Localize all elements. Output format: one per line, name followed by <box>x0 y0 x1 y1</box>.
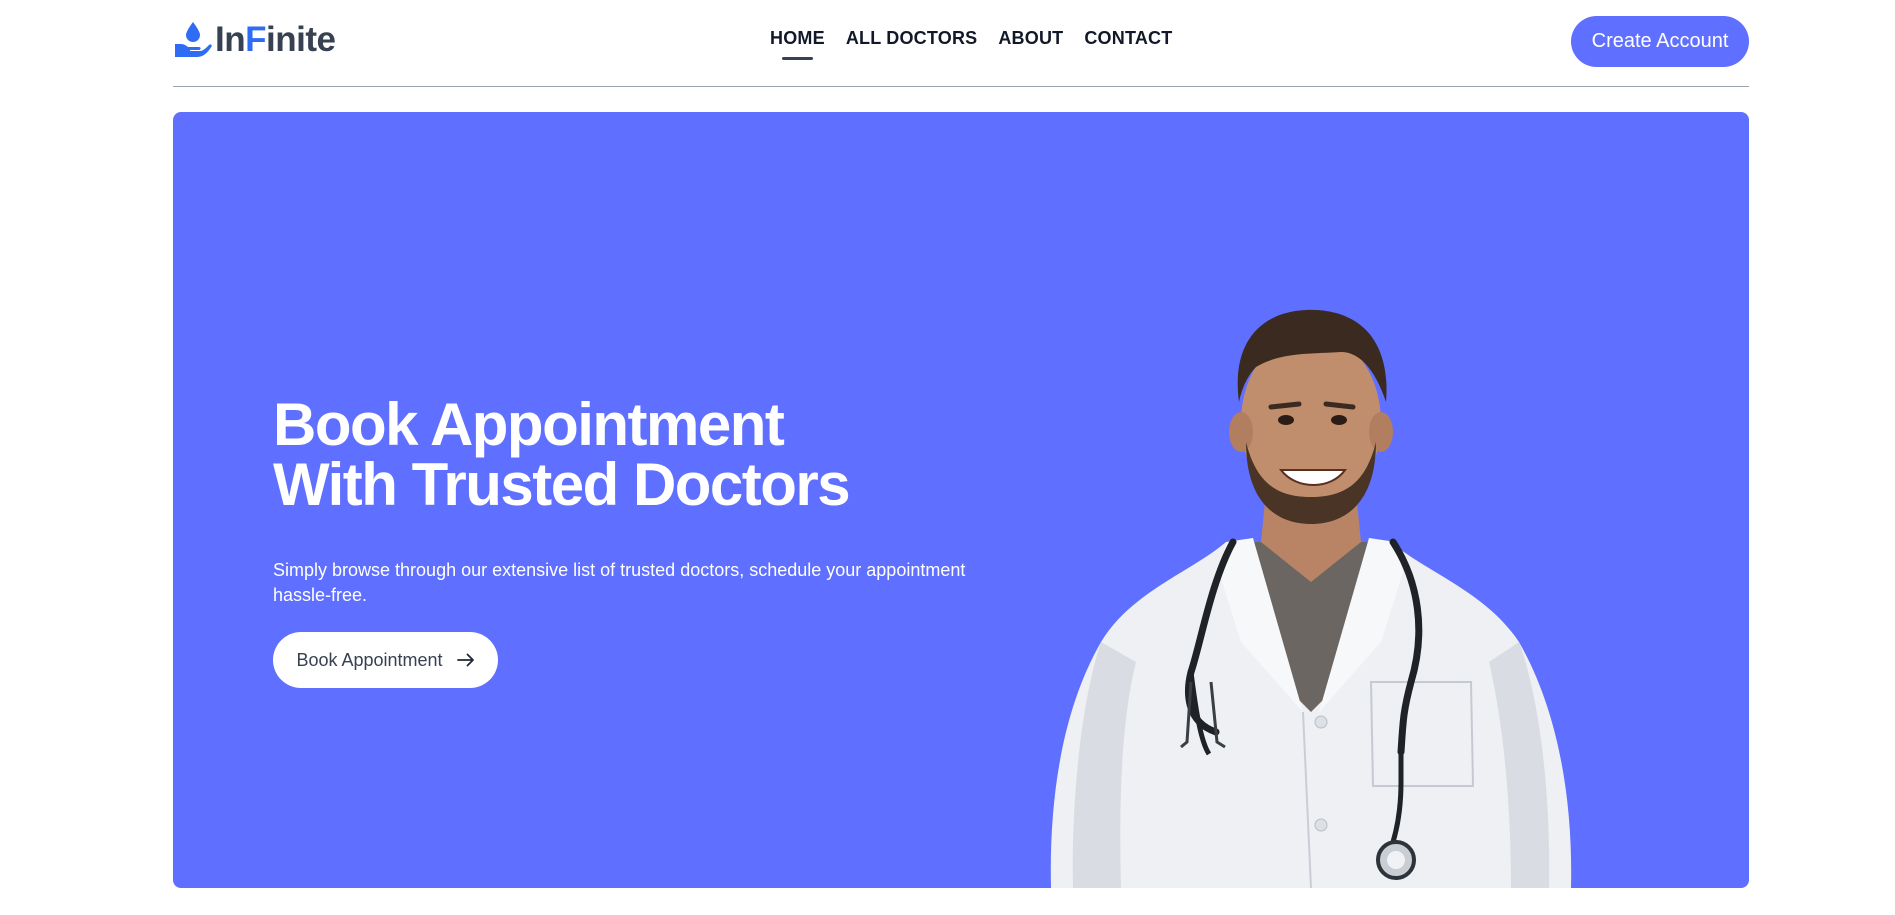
drop-in-hand-icon <box>175 22 212 57</box>
nav-item-contact: CONTACT <box>1084 28 1172 60</box>
nav-link-contact[interactable]: CONTACT <box>1084 28 1172 48</box>
book-appointment-label: Book Appointment <box>296 649 443 670</box>
hero-title-line-2: With Trusted Doctors <box>273 451 851 518</box>
active-nav-indicator <box>781 57 813 60</box>
doctor-image <box>1050 309 1572 888</box>
main-nav: HOME ALL DOCTORS ABOUT CONTACT <box>770 28 1172 60</box>
page: InFinite HOME ALL DOCTORS ABOUT CONTACT … <box>0 0 1895 915</box>
create-account-button[interactable]: Create Account <box>1571 16 1749 67</box>
navbar: InFinite HOME ALL DOCTORS ABOUT CONTACT … <box>173 0 1749 87</box>
brand-logo[interactable]: InFinite <box>173 20 336 60</box>
hero-title: Book Appointment With Trusted Doctors <box>273 395 973 515</box>
nav-link-home[interactable]: HOME <box>770 28 825 48</box>
book-appointment-button[interactable]: Book Appointment <box>273 632 498 688</box>
brand-name: InFinite <box>215 20 336 59</box>
nav-item-all-doctors: ALL DOCTORS <box>846 28 978 60</box>
hero-banner: Book Appointment With Trusted Doctors Si… <box>173 112 1749 888</box>
arrow-right-icon <box>456 653 474 667</box>
nav-link-all-doctors[interactable]: ALL DOCTORS <box>846 28 978 48</box>
hero-title-line-1: Book Appointment <box>273 391 785 458</box>
hero-description: Simply browse through our extensive list… <box>273 560 966 605</box>
nav-item-about: ABOUT <box>998 28 1063 60</box>
nav-link-about[interactable]: ABOUT <box>998 28 1063 48</box>
nav-item-home: HOME <box>770 28 825 60</box>
